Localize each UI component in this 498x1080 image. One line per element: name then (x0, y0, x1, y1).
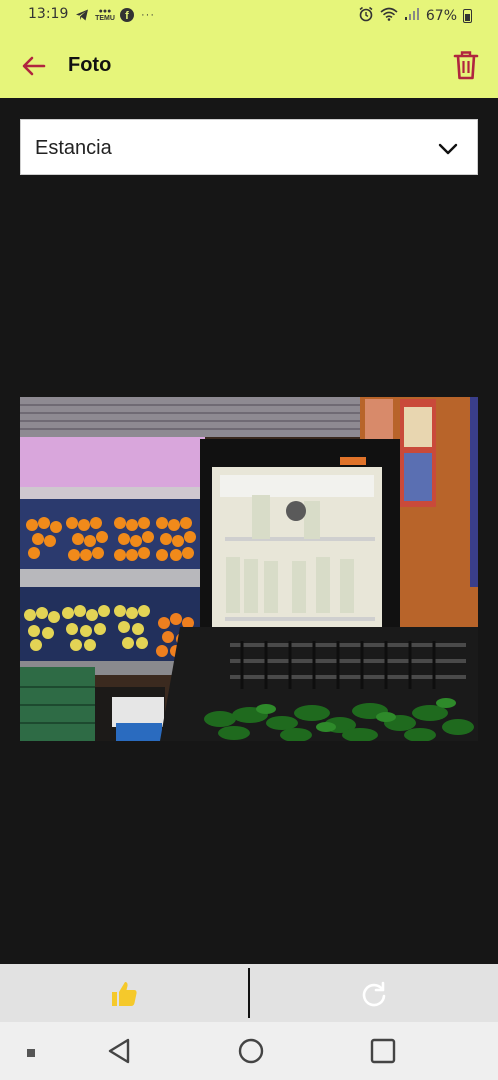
triangle-back-icon (108, 1038, 130, 1064)
photo-action-bar (0, 964, 498, 1022)
back-button[interactable] (18, 50, 50, 82)
facebook-icon: f (120, 8, 134, 22)
system-status: 67% (358, 6, 472, 26)
nav-back-button[interactable] (104, 1036, 134, 1066)
battery-icon (463, 9, 472, 23)
room-type-dropdown[interactable]: Estancia (20, 119, 478, 175)
photo-illustration (20, 397, 478, 741)
notification-icons: ●●● TEMU f ··· (74, 7, 156, 23)
delete-button[interactable] (450, 48, 482, 82)
chevron-down-icon (438, 143, 458, 155)
battery-text: 67% (425, 8, 457, 24)
telegram-icon (74, 7, 90, 23)
temu-icon: ●●● TEMU (95, 8, 115, 22)
more-dots-icon: ··· (141, 9, 155, 21)
square-recents-icon (370, 1038, 396, 1064)
status-bar: 13:19 ●●● TEMU f ··· 67% (0, 0, 498, 32)
thumbs-up-icon (112, 982, 137, 1006)
nav-recents-button[interactable] (368, 1036, 398, 1066)
trash-icon (453, 51, 479, 80)
circle-home-icon (238, 1038, 264, 1064)
app-bar: Foto (0, 32, 498, 98)
rotate-icon (362, 981, 386, 1007)
store-interior-photo[interactable] (20, 397, 478, 741)
page-title: Foto (68, 54, 112, 76)
signal-icon (404, 7, 420, 25)
status-time: 13:19 (28, 6, 69, 22)
alarm-icon (358, 6, 374, 26)
nav-home-button[interactable] (236, 1036, 266, 1066)
arrow-left-icon (22, 56, 46, 76)
system-nav-bar (0, 1022, 498, 1080)
temu-label: TEMU (95, 15, 115, 22)
nav-dot-button[interactable] (26, 1045, 36, 1057)
action-divider (248, 968, 250, 1018)
dropdown-selected-value: Estancia (35, 137, 112, 159)
wifi-icon (380, 7, 398, 25)
rotate-button[interactable] (358, 978, 390, 1010)
square-dot-icon (27, 1049, 35, 1057)
thumbs-up-button[interactable] (108, 978, 140, 1010)
